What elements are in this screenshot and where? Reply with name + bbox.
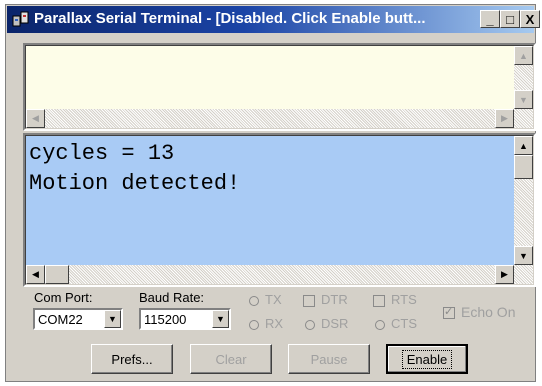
prefs-button[interactable]: Prefs... xyxy=(91,344,173,374)
echo-on-checkbox xyxy=(443,305,455,319)
arrow-left-icon: ◀ xyxy=(32,269,39,279)
enable-button-label: Enable xyxy=(401,349,453,369)
arrow-down-icon: ▼ xyxy=(519,250,528,261)
scroll-down-button[interactable]: ▼ xyxy=(514,246,533,265)
com-port-label: Com Port: xyxy=(34,290,93,305)
scroll-right-button[interactable]: ▶ xyxy=(495,265,514,284)
arrow-left-icon: ◀ xyxy=(32,113,39,123)
maximize-icon: □ xyxy=(506,11,514,27)
close-button[interactable]: X xyxy=(520,10,540,28)
pause-button[interactable]: Pause xyxy=(288,344,370,374)
maximize-button[interactable]: □ xyxy=(500,10,520,28)
prefs-button-label: Prefs... xyxy=(111,351,153,367)
scroll-thumb[interactable] xyxy=(514,155,533,179)
scroll-left-button[interactable]: ◀ xyxy=(26,265,45,284)
arrow-right-icon: ▶ xyxy=(501,269,508,279)
window-title: Parallax Serial Terminal - [Disabled. Cl… xyxy=(34,10,426,27)
dtr-label: DTR xyxy=(321,292,348,307)
cts-label: CTS xyxy=(391,316,417,331)
receive-horizontal-scrollbar[interactable]: ◀ ▶ xyxy=(26,265,533,284)
receive-vertical-scrollbar[interactable]: ▲ ▼ xyxy=(514,136,533,265)
arrow-up-icon: ▲ xyxy=(519,50,528,61)
tx-indicator xyxy=(249,296,259,306)
arrow-down-icon: ▼ xyxy=(519,94,528,105)
com-port-dropdown-button[interactable]: ▼ xyxy=(104,310,121,328)
receive-text: cycles = 13 Motion detected! xyxy=(29,139,240,199)
receive-pane[interactable]: cycles = 13 Motion detected! ▲ ▼ ◀ ▶ xyxy=(23,133,536,287)
scroll-left-button[interactable]: ◀ xyxy=(26,109,45,128)
clear-button-label: Clear xyxy=(215,351,247,367)
baud-rate-label: Baud Rate: xyxy=(139,290,205,305)
scroll-right-button[interactable]: ▶ xyxy=(495,109,514,128)
chevron-down-icon: ▼ xyxy=(216,314,225,324)
clear-button[interactable]: Clear xyxy=(190,344,272,374)
com-port-value: COM22 xyxy=(38,312,83,327)
baud-rate-dropdown-button[interactable]: ▼ xyxy=(212,310,229,328)
rx-indicator xyxy=(249,320,259,330)
receive-line: cycles = 13 xyxy=(29,141,175,166)
minimize-button[interactable]: _ xyxy=(480,10,500,28)
baud-rate-value: 115200 xyxy=(144,312,187,327)
chevron-down-icon: ▼ xyxy=(108,314,117,324)
arrow-right-icon: ▶ xyxy=(501,113,508,123)
transmit-pane[interactable]: ▲ ▼ ◀ ▶ xyxy=(23,43,536,131)
dsr-indicator xyxy=(305,320,315,330)
scroll-up-button[interactable]: ▲ xyxy=(514,136,533,155)
dtr-checkbox xyxy=(303,295,315,307)
baud-rate-select[interactable]: 115200 ▼ xyxy=(139,308,231,330)
minimize-icon: _ xyxy=(486,11,494,27)
terminal-window: Parallax Serial Terminal - [Disabled. Cl… xyxy=(5,4,540,382)
transmit-horizontal-scrollbar[interactable]: ◀ ▶ xyxy=(26,109,533,128)
scroll-down-button[interactable]: ▼ xyxy=(514,90,533,109)
title-bar[interactable]: Parallax Serial Terminal - [Disabled. Cl… xyxy=(7,6,540,33)
rts-checkbox xyxy=(373,295,385,307)
scroll-up-button[interactable]: ▲ xyxy=(514,46,533,65)
pause-button-label: Pause xyxy=(310,351,348,367)
rts-label: RTS xyxy=(391,292,417,307)
enable-button[interactable]: Enable xyxy=(386,344,468,374)
transmit-vertical-scrollbar[interactable]: ▲ ▼ xyxy=(514,46,533,109)
serial-terminal-icon xyxy=(12,11,29,27)
receive-line: Motion detected! xyxy=(29,171,241,196)
dsr-label: DSR xyxy=(321,316,349,331)
arrow-up-icon: ▲ xyxy=(519,140,528,151)
close-icon: X xyxy=(525,11,535,27)
cts-indicator xyxy=(375,320,385,330)
tx-label: TX xyxy=(265,292,282,307)
com-port-select[interactable]: COM22 ▼ xyxy=(33,308,123,330)
rx-label: RX xyxy=(265,316,284,331)
scroll-thumb[interactable] xyxy=(45,265,69,284)
echo-on-label: Echo On xyxy=(461,304,516,320)
